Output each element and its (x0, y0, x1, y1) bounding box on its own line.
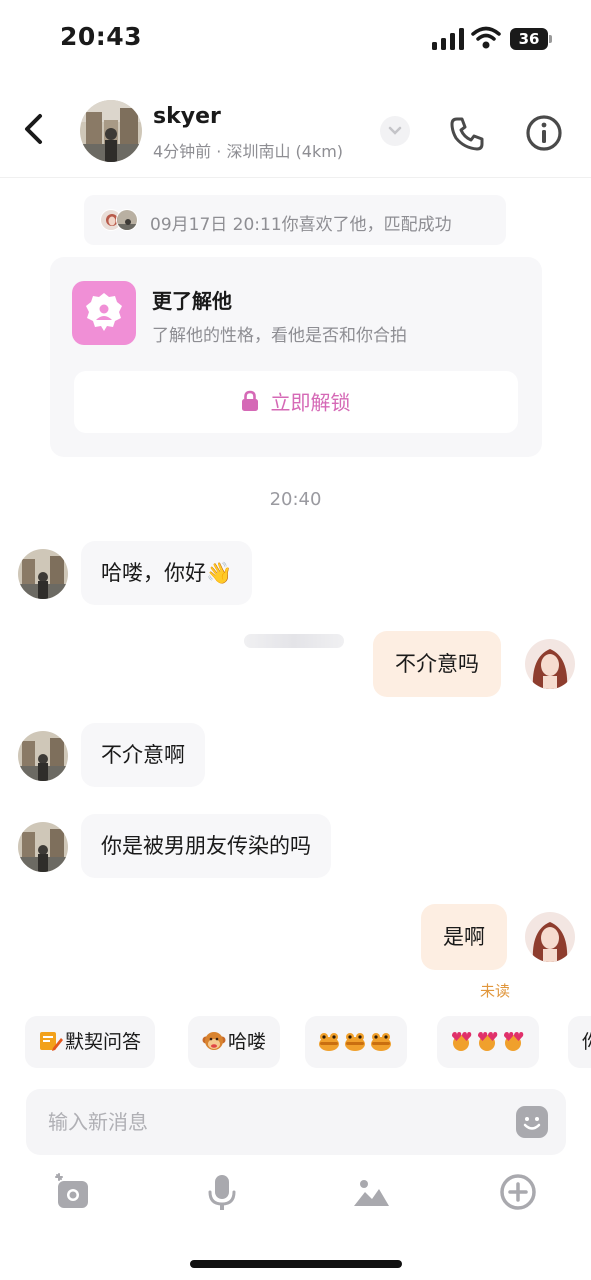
contact-avatar[interactable] (18, 822, 68, 872)
contact-avatar[interactable] (18, 549, 68, 599)
wifi-icon (471, 26, 501, 49)
status-time: 20:43 (60, 22, 143, 51)
chat-header: skyer 4分钟前 · 深圳南山 (4km) (0, 80, 591, 178)
frog-emoji-icon (319, 1032, 339, 1051)
card-description: 了解他的性格，看他是否和你合拍 (152, 326, 407, 346)
quick-reply-more[interactable]: 你 (568, 1016, 591, 1068)
lock-icon (242, 390, 259, 411)
expand-button[interactable] (380, 116, 410, 146)
contact-avatar-small (116, 209, 138, 231)
quick-reply-frogs[interactable] (305, 1016, 407, 1068)
own-avatar[interactable] (525, 912, 575, 962)
message-input-box (26, 1089, 566, 1155)
microphone-icon[interactable] (202, 1172, 242, 1212)
badge-person-icon (72, 281, 136, 345)
message-bubble-incoming[interactable]: 你是被男朋友传染的吗 (81, 814, 331, 878)
quick-reply-hello[interactable]: 哈喽 (188, 1016, 281, 1068)
monkey-emoji-icon (202, 1031, 226, 1050)
quick-reply-hearts[interactable] (437, 1016, 539, 1068)
pencil-note-icon (40, 1031, 63, 1051)
quick-reply-bar: 默契问答 哈喽 你 (0, 1016, 591, 1068)
contact-avatar[interactable] (80, 100, 142, 162)
phone-icon[interactable] (449, 116, 485, 152)
frog-emoji-icon (371, 1032, 391, 1051)
unlock-button[interactable]: 立即解锁 (74, 371, 518, 433)
smiley-icon (523, 1117, 541, 1130)
home-indicator[interactable] (190, 1260, 402, 1268)
image-icon[interactable] (351, 1172, 391, 1212)
card-title: 更了解他 (152, 289, 232, 313)
chevron-left-icon[interactable] (18, 112, 50, 146)
battery-icon: 36 (510, 28, 552, 50)
frog-emoji-icon (345, 1032, 365, 1051)
signal-icon (432, 28, 464, 50)
unread-status: 未读 (480, 982, 511, 1000)
heart-emoji-icon (478, 1031, 498, 1051)
blurred-notice (244, 634, 344, 648)
chevron-down-icon (388, 126, 402, 135)
message-bubble-outgoing[interactable]: 不介意吗 (373, 631, 501, 697)
quick-reply-quiz[interactable]: 默契问答 (25, 1016, 156, 1068)
match-text: 09月17日 20:11你喜欢了他，匹配成功 (150, 215, 452, 235)
heart-emoji-icon (452, 1031, 472, 1051)
status-bar: 20:43 36 (0, 0, 591, 80)
camera-icon[interactable] (54, 1172, 94, 1212)
quick-reply-label: 哈喽 (228, 1031, 267, 1053)
emoji-button[interactable] (516, 1106, 548, 1138)
quick-reply-label: 你 (582, 1031, 591, 1053)
message-bubble-outgoing[interactable]: 是啊 (421, 904, 507, 970)
unlock-label: 立即解锁 (270, 390, 351, 415)
time-separator: 20:40 (269, 489, 322, 510)
match-banner: 09月17日 20:11你喜欢了他，匹配成功 (84, 195, 506, 245)
quick-reply-label: 默契问答 (65, 1031, 142, 1053)
know-more-card: 更了解他 了解他的性格，看他是否和你合拍 立即解锁 (50, 257, 542, 457)
contact-name[interactable]: skyer (153, 104, 221, 129)
message-bubble-incoming[interactable]: 哈喽，你好👋 (81, 541, 253, 605)
plus-circle-icon[interactable] (498, 1172, 538, 1212)
heart-emoji-icon (504, 1031, 524, 1051)
own-avatar[interactable] (525, 639, 575, 689)
message-bubble-incoming[interactable]: 不介意啊 (81, 723, 205, 787)
contact-subtitle: 4分钟前 · 深圳南山 (4km) (153, 142, 344, 161)
contact-avatar[interactable] (18, 731, 68, 781)
info-icon[interactable] (525, 114, 563, 152)
message-input[interactable] (48, 1089, 488, 1155)
battery-level: 36 (510, 28, 548, 50)
